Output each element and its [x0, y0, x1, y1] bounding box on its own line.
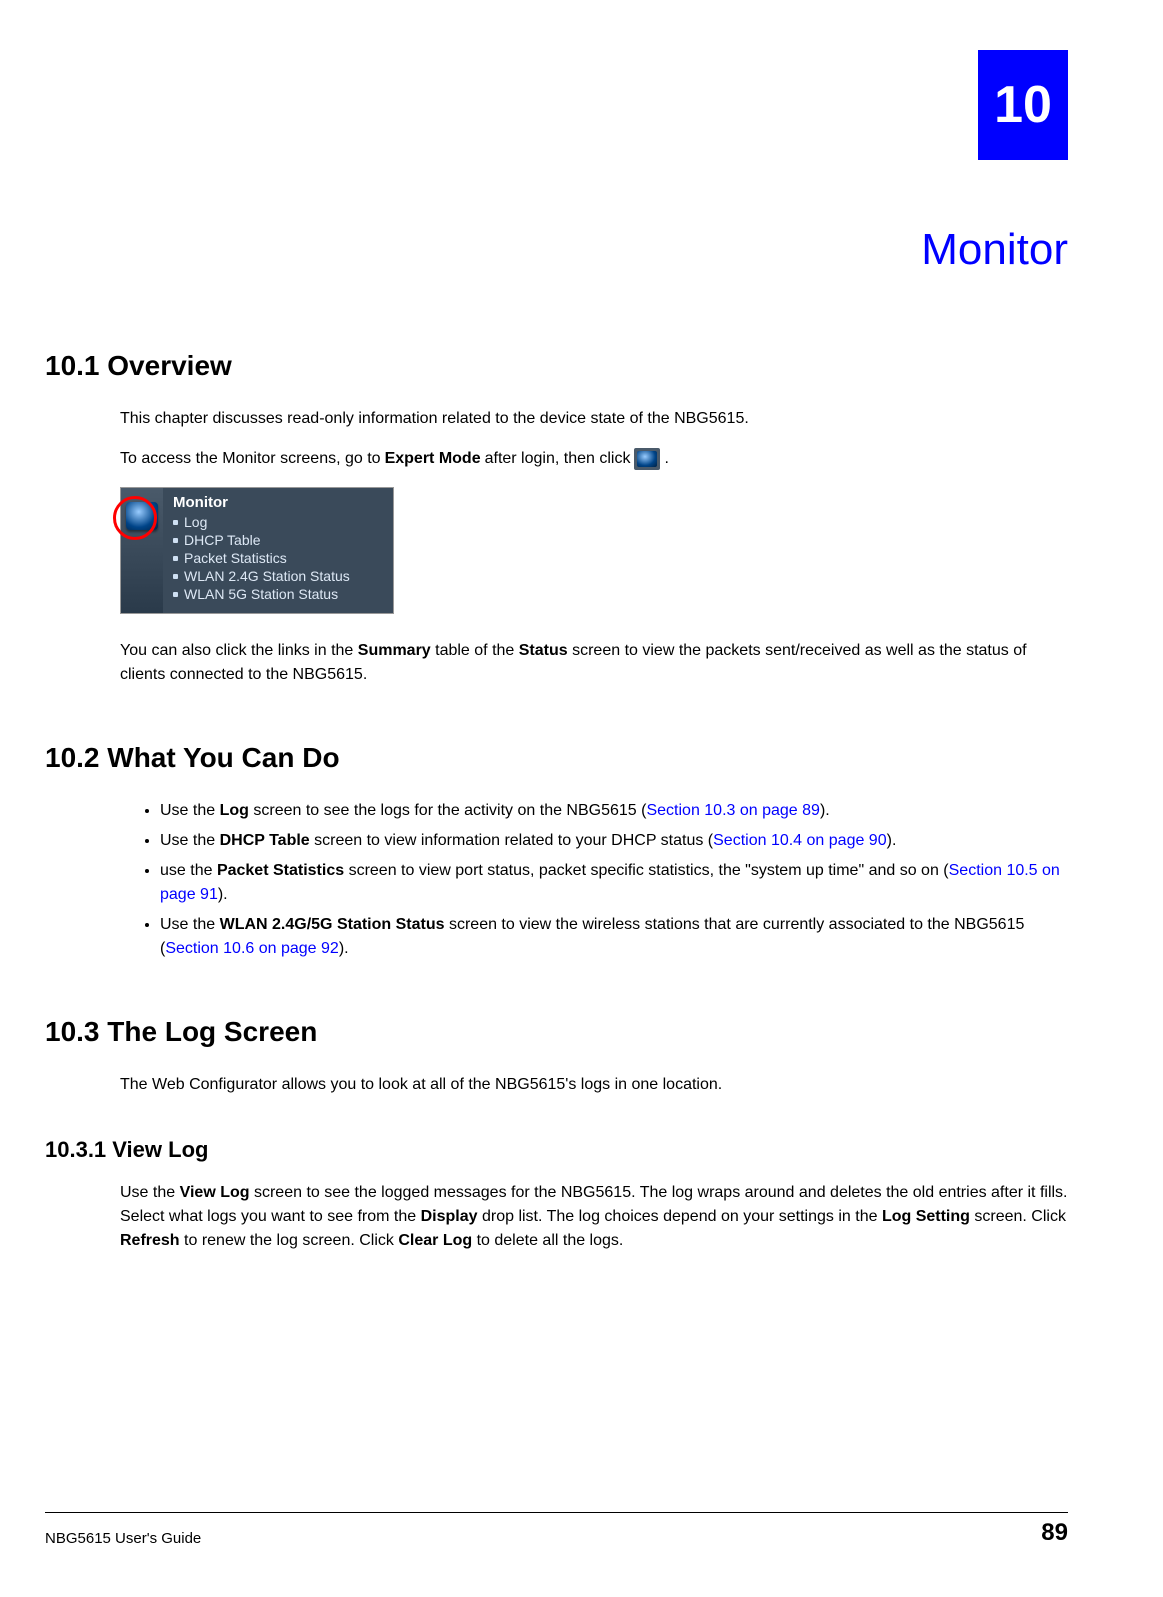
- footer-page-number: 89: [1041, 1519, 1068, 1547]
- list-item: Use the Log screen to see the logs for t…: [160, 799, 1068, 823]
- overview-paragraph-2: To access the Monitor screens, go to Exp…: [120, 447, 1068, 471]
- menu-header: Monitor: [173, 494, 369, 511]
- section-10-1-heading: 10.1 Overview: [45, 350, 1068, 382]
- monitor-icon: [634, 448, 660, 470]
- text: Use the: [160, 832, 220, 849]
- text: screen to view information related to yo…: [310, 832, 713, 849]
- packet-statistics-label: Packet Statistics: [217, 862, 344, 879]
- menu-item-label: DHCP Table: [184, 532, 261, 548]
- section-10-4-link[interactable]: Section 10.4 on page 90: [713, 832, 886, 849]
- section-10-6-link[interactable]: Section 10.6 on page 92: [165, 940, 338, 957]
- clear-log-label: Clear Log: [398, 1232, 472, 1249]
- text: You can also click the links in the: [120, 642, 358, 659]
- list-item: Use the DHCP Table screen to view inform…: [160, 829, 1068, 853]
- refresh-label: Refresh: [120, 1232, 180, 1249]
- text: screen to view port status, packet speci…: [344, 862, 949, 879]
- menu-icon-column: [121, 488, 163, 613]
- text: Use the: [160, 802, 220, 819]
- text: Use the: [160, 916, 220, 933]
- section-10-2-heading: 10.2 What You Can Do: [45, 742, 1068, 774]
- menu-item-label: WLAN 2.4G Station Status: [184, 568, 350, 584]
- text: after login, then click: [485, 447, 631, 471]
- monitor-menu-screenshot: Monitor Log DHCP Table Packet Statistics…: [120, 487, 394, 614]
- log-setting-label: Log Setting: [882, 1208, 970, 1225]
- list-item: Use the WLAN 2.4G/5G Station Status scre…: [160, 913, 1068, 961]
- section-10-3-1-heading: 10.3.1 View Log: [45, 1137, 1068, 1163]
- display-label: Display: [421, 1208, 478, 1225]
- menu-item-log: Log: [173, 513, 369, 531]
- text: screen. Click: [970, 1208, 1066, 1225]
- text: ).: [887, 832, 897, 849]
- page-footer: NBG5615 User's Guide 89: [45, 1512, 1068, 1547]
- menu-item-label: Packet Statistics: [184, 550, 287, 566]
- bullet-icon: [173, 592, 178, 597]
- chapter-number: 10: [994, 75, 1052, 135]
- text: use the: [160, 862, 217, 879]
- chapter-title: Monitor: [45, 225, 1068, 275]
- menu-item-wlan-5g: WLAN 5G Station Status: [173, 585, 369, 603]
- bullet-icon: [173, 520, 178, 525]
- section-10-3-heading: 10.3 The Log Screen: [45, 1016, 1068, 1048]
- section-10-3-link[interactable]: Section 10.3 on page 89: [646, 802, 819, 819]
- text: to renew the log screen. Click: [180, 1232, 399, 1249]
- text: Use the: [120, 1184, 180, 1201]
- list-item: use the Packet Statistics screen to view…: [160, 859, 1068, 907]
- text: table of the: [431, 642, 519, 659]
- view-log-paragraph: Use the View Log screen to see the logge…: [120, 1181, 1068, 1253]
- bullet-icon: [173, 574, 178, 579]
- text: ).: [820, 802, 830, 819]
- text: ).: [339, 940, 349, 957]
- dhcp-table-label: DHCP Table: [220, 832, 310, 849]
- text: .: [664, 447, 668, 471]
- text: screen to see the logs for the activity …: [249, 802, 647, 819]
- menu-item-dhcp-table: DHCP Table: [173, 531, 369, 549]
- overview-paragraph-3: You can also click the links in the Summ…: [120, 639, 1068, 687]
- menu-item-wlan-24g: WLAN 2.4G Station Status: [173, 567, 369, 585]
- summary-label: Summary: [358, 642, 431, 659]
- status-label: Status: [519, 642, 568, 659]
- menu-item-packet-statistics: Packet Statistics: [173, 549, 369, 567]
- overview-paragraph-1: This chapter discusses read-only informa…: [120, 407, 1068, 431]
- menu-item-label: WLAN 5G Station Status: [184, 586, 338, 602]
- expert-mode-label: Expert Mode: [385, 447, 481, 471]
- footer-guide-name: NBG5615 User's Guide: [45, 1530, 201, 1547]
- menu-item-label: Log: [184, 514, 207, 530]
- text: To access the Monitor screens, go to: [120, 447, 381, 471]
- text: ).: [218, 886, 228, 903]
- log-label: Log: [220, 802, 249, 819]
- log-screen-paragraph: The Web Configurator allows you to look …: [120, 1073, 1068, 1097]
- chapter-number-box: 10: [978, 50, 1068, 160]
- what-you-can-do-list: Use the Log screen to see the logs for t…: [140, 799, 1068, 961]
- view-log-label: View Log: [180, 1184, 250, 1201]
- monitor-menu-icon: [126, 502, 158, 530]
- bullet-icon: [173, 556, 178, 561]
- wlan-station-status-label: WLAN 2.4G/5G Station Status: [220, 916, 445, 933]
- text: to delete all the logs.: [472, 1232, 623, 1249]
- bullet-icon: [173, 538, 178, 543]
- text: drop list. The log choices depend on you…: [478, 1208, 882, 1225]
